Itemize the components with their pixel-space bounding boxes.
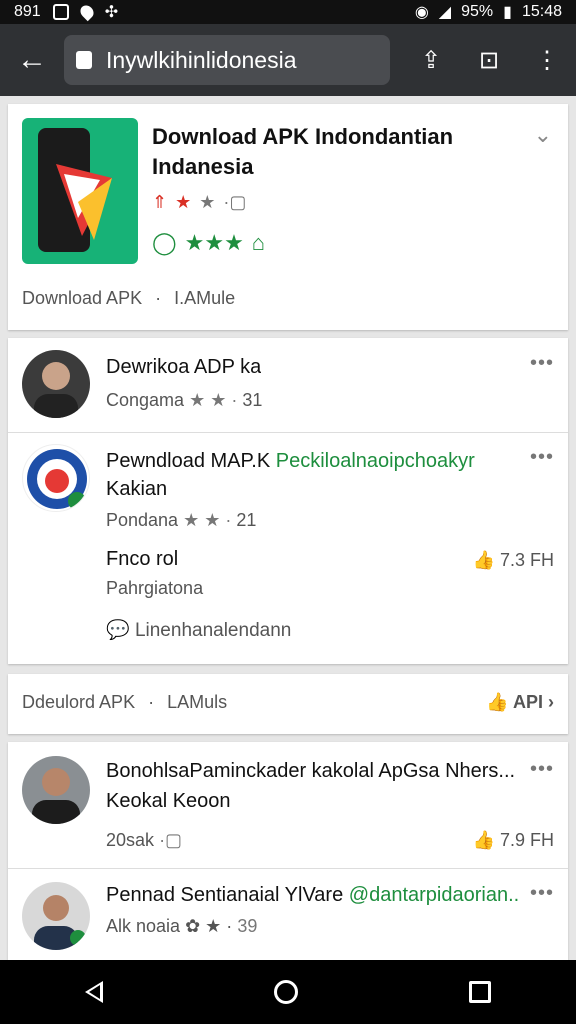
status-left-text: 891 [14,3,41,20]
location-icon [77,2,96,22]
battery-icon: ▮ [503,4,512,21]
star-icon: ★ ★ · [183,510,232,530]
section-caption: Ddeulord APK · LAMuls [22,692,228,712]
list-item[interactable]: BonohlsaPaminckader kakolal ApGsa Nhers.… [8,742,568,868]
post-meta: Pondana ★ ★ · 21 [106,510,257,530]
star-empty-icon: ★ [199,192,216,212]
api-button[interactable]: 👍 API › [486,692,554,713]
thumbs-up-icon: 👍 [472,550,495,570]
caption-left: Download APK [22,288,143,308]
bookmark-icon: ·▢ [159,830,183,850]
post-meta: Alk noaia ✿ ★ · 39 [106,916,258,936]
feed-card: BonohlsaPaminckader kakolal ApGsa Nhers.… [8,742,568,962]
feed-card: Dewrikoa ADP ka Congama ★ ★ · 31 ••• Pew… [8,338,568,664]
app-actions-row: ◯ ★★★ ⌂ [152,230,265,256]
comment-icon[interactable]: ◯ [152,230,177,256]
list-item[interactable]: Dewrikoa ADP ka Congama ★ ★ · 31 ••• [8,338,568,432]
overflow-menu-icon[interactable]: ⋮ [518,24,576,96]
app-caption: Download APK · I.AMule [22,288,236,308]
like-count[interactable]: 👍 7.9 FH [473,830,554,851]
avatar[interactable] [22,350,90,418]
caption-right: I.AMule [174,288,236,308]
post-count: 21 [236,510,257,530]
post-subtitle: Kakian [106,478,168,500]
post-subtitle: Keokal Keoon [106,790,231,812]
avatar[interactable] [22,756,90,824]
app-rating-row: ⇑ ★ ★ ·▢ [152,192,246,213]
star-icon: ★ [175,192,192,212]
notification-icon [52,4,69,20]
tab-switcher-icon[interactable]: ⊡ [460,24,518,96]
list-item[interactable]: Pennad Sentianaial YlVare @dantarpidaori… [8,868,568,962]
more-options-icon[interactable]: ••• [530,352,554,375]
chevron-right-icon: › [548,692,554,712]
wifi-icon: ◢ [438,4,452,21]
more-options-icon[interactable]: ••• [530,446,554,469]
nav-home-icon[interactable] [273,980,298,1004]
arrow-up-icon: ⇑ [152,192,168,212]
post-title[interactable]: Pewndload MAP.K Peckiloalnaoipchoakyr [106,450,486,473]
post-meta: 20sak ·▢ [106,830,183,850]
browser-toolbar: ← Inywlkihinlidonesia ⇪ ⊡ ⋮ [0,24,576,96]
post-meta: Congama ★ ★ · 31 [106,390,263,410]
app-card[interactable]: Download APK Indondantian Indanesia ⌄ ⇑ … [8,104,568,330]
post-label: Fnco rol [106,548,179,570]
share-icon[interactable]: ⇪ [402,24,460,96]
lock-icon [76,51,92,69]
star-icon: ★★★ [184,230,244,255]
comment-icon: 💬 [106,620,130,641]
post-title[interactable]: Dewrikoa ADP ka [106,356,261,379]
url-bar[interactable]: Inywlkihinlidonesia [64,35,390,85]
home-icon[interactable]: ⌂ [252,230,265,256]
navigation-bar [0,960,576,1024]
post-title[interactable]: BonohlsaPaminckader kakolal ApGsa Nhers.… [106,760,526,783]
status-bar: 891 ✣ ◉ ◢ 95% ▮ 15:48 [0,0,576,24]
app-title[interactable]: Download APK Indondantian Indanesia [152,122,532,182]
star-icon: ✿ ★ · [185,916,233,936]
comment-link[interactable]: 💬 Linenhanalendann [106,618,291,642]
like-count[interactable]: 👍 7.3 FH [473,550,554,571]
post-title[interactable]: Pennad Sentianaial YlVare @dantarpidaori… [106,884,526,907]
url-text: Inywlkihinlidonesia [106,46,297,73]
nav-back-icon[interactable] [85,981,104,1003]
battery-percent: 95% [461,3,494,20]
more-options-icon[interactable]: ••• [530,758,554,781]
list-item[interactable]: Pewndload MAP.K Peckiloalnaoipchoakyr Ka… [8,432,568,664]
avatar[interactable] [22,882,90,950]
back-arrow-icon[interactable]: ← [0,24,64,96]
app-icon[interactable] [22,118,138,264]
chevron-down-icon[interactable]: ⌄ [534,122,552,148]
bookmark-icon: ·▢ [223,192,247,212]
thumbs-up-icon: 👍 [472,830,495,850]
thumbs-up-icon: 👍 [486,692,509,712]
sync-icon: ✣ [104,4,119,21]
section-header[interactable]: Ddeulord APK · LAMuls 👍 API › [8,674,568,734]
more-options-icon[interactable]: ••• [530,882,554,905]
post-author: Pahrgiatona [106,578,204,598]
clock: 15:48 [521,3,562,20]
avatar[interactable] [22,444,90,512]
alarm-icon: ◉ [414,4,429,21]
star-icon: ★ ★ · [189,390,238,410]
post-count: 31 [242,390,263,410]
nav-recents-icon[interactable] [468,981,491,1003]
